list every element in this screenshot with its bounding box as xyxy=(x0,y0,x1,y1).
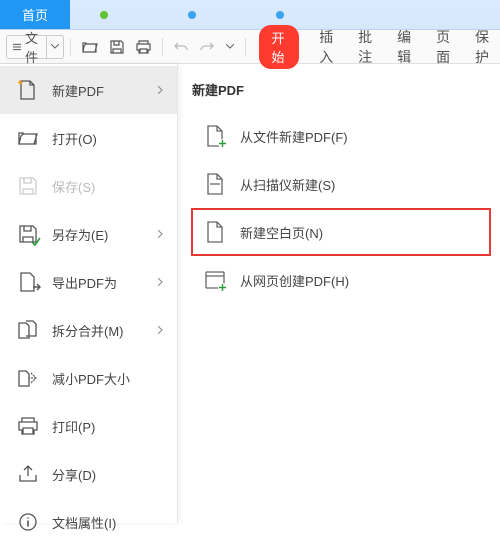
undo-button[interactable] xyxy=(169,34,193,60)
menu-item-label: 另存为(E) xyxy=(52,225,108,244)
menu-item-label: 新建PDF xyxy=(52,81,104,100)
menu-item-save: 保存(S) xyxy=(0,162,177,210)
menu-item-label: 分享(D) xyxy=(52,465,96,484)
file-menu: ✦ 新建PDF 打开(O) 保存(S) 另存为(E) xyxy=(0,64,178,523)
compress-icon xyxy=(18,368,38,388)
tab-doc-2[interactable] xyxy=(138,0,226,29)
print-icon xyxy=(18,416,38,436)
status-dot-icon xyxy=(188,11,196,19)
submenu-item-from-scanner[interactable]: 从扫描仪新建(S) xyxy=(192,161,490,207)
menu-item-label: 打开(O) xyxy=(52,129,97,148)
tab-protect-label: 保护 xyxy=(475,29,489,65)
open-button[interactable] xyxy=(77,34,103,60)
blank-page-icon xyxy=(204,221,226,243)
folder-open-icon xyxy=(18,128,38,148)
share-icon xyxy=(18,464,38,484)
tab-comment-label: 批注 xyxy=(358,29,372,65)
menu-item-print[interactable]: 打印(P) xyxy=(0,402,177,450)
file-plus-icon xyxy=(204,125,226,147)
submenu-item-from-web[interactable]: 从网页创建PDF(H) xyxy=(192,257,490,303)
menu-item-label: 打印(P) xyxy=(52,417,95,436)
save-icon xyxy=(18,176,38,196)
menu-item-save-as[interactable]: 另存为(E) xyxy=(0,210,177,258)
print-button[interactable] xyxy=(131,34,156,60)
scanner-icon xyxy=(204,173,226,195)
separator xyxy=(245,38,246,56)
menu-item-label: 导出PDF为 xyxy=(52,273,117,292)
menu-item-split-merge[interactable]: 拆分合并(M) xyxy=(0,306,177,354)
menu-item-label: 文档属性(I) xyxy=(52,513,116,532)
submenu-item-label: 从文件新建PDF(F) xyxy=(240,127,348,146)
file-label: 文件 xyxy=(25,28,42,66)
status-dot-icon xyxy=(276,11,284,19)
file-menu-button[interactable]: 文件 xyxy=(6,35,64,59)
save-button[interactable] xyxy=(105,34,129,60)
tab-insert-label: 插入 xyxy=(319,29,333,65)
export-icon xyxy=(18,272,38,292)
submenu-title: 新建PDF xyxy=(192,80,490,99)
menu-item-label: 减小PDF大小 xyxy=(52,369,130,388)
submenu-item-label: 从扫描仪新建(S) xyxy=(240,175,335,194)
menu-item-export[interactable]: 导出PDF为 xyxy=(0,258,177,306)
chevron-right-icon xyxy=(158,230,163,238)
separator xyxy=(162,38,163,56)
menu-item-label: 保存(S) xyxy=(52,177,95,196)
redo-icon xyxy=(200,41,214,53)
status-dot-icon xyxy=(100,11,108,19)
tab-start-label: 开始 xyxy=(271,31,284,65)
info-icon xyxy=(18,512,38,532)
submenu-item-label: 新建空白页(N) xyxy=(240,223,323,242)
menu-item-new-pdf[interactable]: ✦ 新建PDF xyxy=(0,66,177,114)
menu-item-reduce-size[interactable]: 减小PDF大小 xyxy=(0,354,177,402)
tab-edit-label: 编辑 xyxy=(397,29,411,65)
save-icon xyxy=(110,40,124,54)
chevron-down-icon xyxy=(51,44,59,49)
toolbar: 文件 开始 插入 批注 编辑 页面 保护 xyxy=(0,30,500,64)
tab-home-label: 首页 xyxy=(22,5,48,24)
submenu-item-label: 从网页创建PDF(H) xyxy=(240,271,349,290)
save-as-icon xyxy=(18,224,38,244)
undo-icon xyxy=(174,41,188,53)
menu-item-open[interactable]: 打开(O) xyxy=(0,114,177,162)
tab-start[interactable]: 开始 xyxy=(259,25,299,69)
chevron-right-icon xyxy=(158,326,163,334)
file-caret[interactable] xyxy=(46,36,59,58)
hamburger-icon xyxy=(13,42,21,52)
print-icon xyxy=(136,40,151,54)
tab-home[interactable]: 首页 xyxy=(0,0,70,29)
separator xyxy=(70,38,71,56)
submenu-item-from-file[interactable]: 从文件新建PDF(F) xyxy=(192,113,490,159)
chevron-down-icon xyxy=(226,44,234,49)
web-page-icon xyxy=(204,269,226,291)
chevron-right-icon xyxy=(158,86,163,94)
menu-item-share[interactable]: 分享(D) xyxy=(0,450,177,498)
menu-item-label: 拆分合并(M) xyxy=(52,321,124,340)
more-button[interactable] xyxy=(221,34,239,60)
menu-item-properties[interactable]: 文档属性(I) xyxy=(0,498,177,546)
chevron-right-icon xyxy=(158,278,163,286)
tab-page-label: 页面 xyxy=(436,29,450,65)
tab-doc-3[interactable] xyxy=(226,0,314,29)
split-merge-icon xyxy=(18,320,38,340)
folder-open-icon xyxy=(82,40,98,54)
new-file-icon: ✦ xyxy=(18,80,38,100)
body-area: ✦ 新建PDF 打开(O) 保存(S) 另存为(E) xyxy=(0,64,500,523)
redo-button[interactable] xyxy=(195,34,219,60)
submenu-item-blank-page[interactable]: 新建空白页(N) xyxy=(192,209,490,255)
submenu-panel: 新建PDF 从文件新建PDF(F) 从扫描仪新建(S) 新建空白页(N) xyxy=(178,64,500,523)
tab-doc-1[interactable] xyxy=(70,0,138,29)
